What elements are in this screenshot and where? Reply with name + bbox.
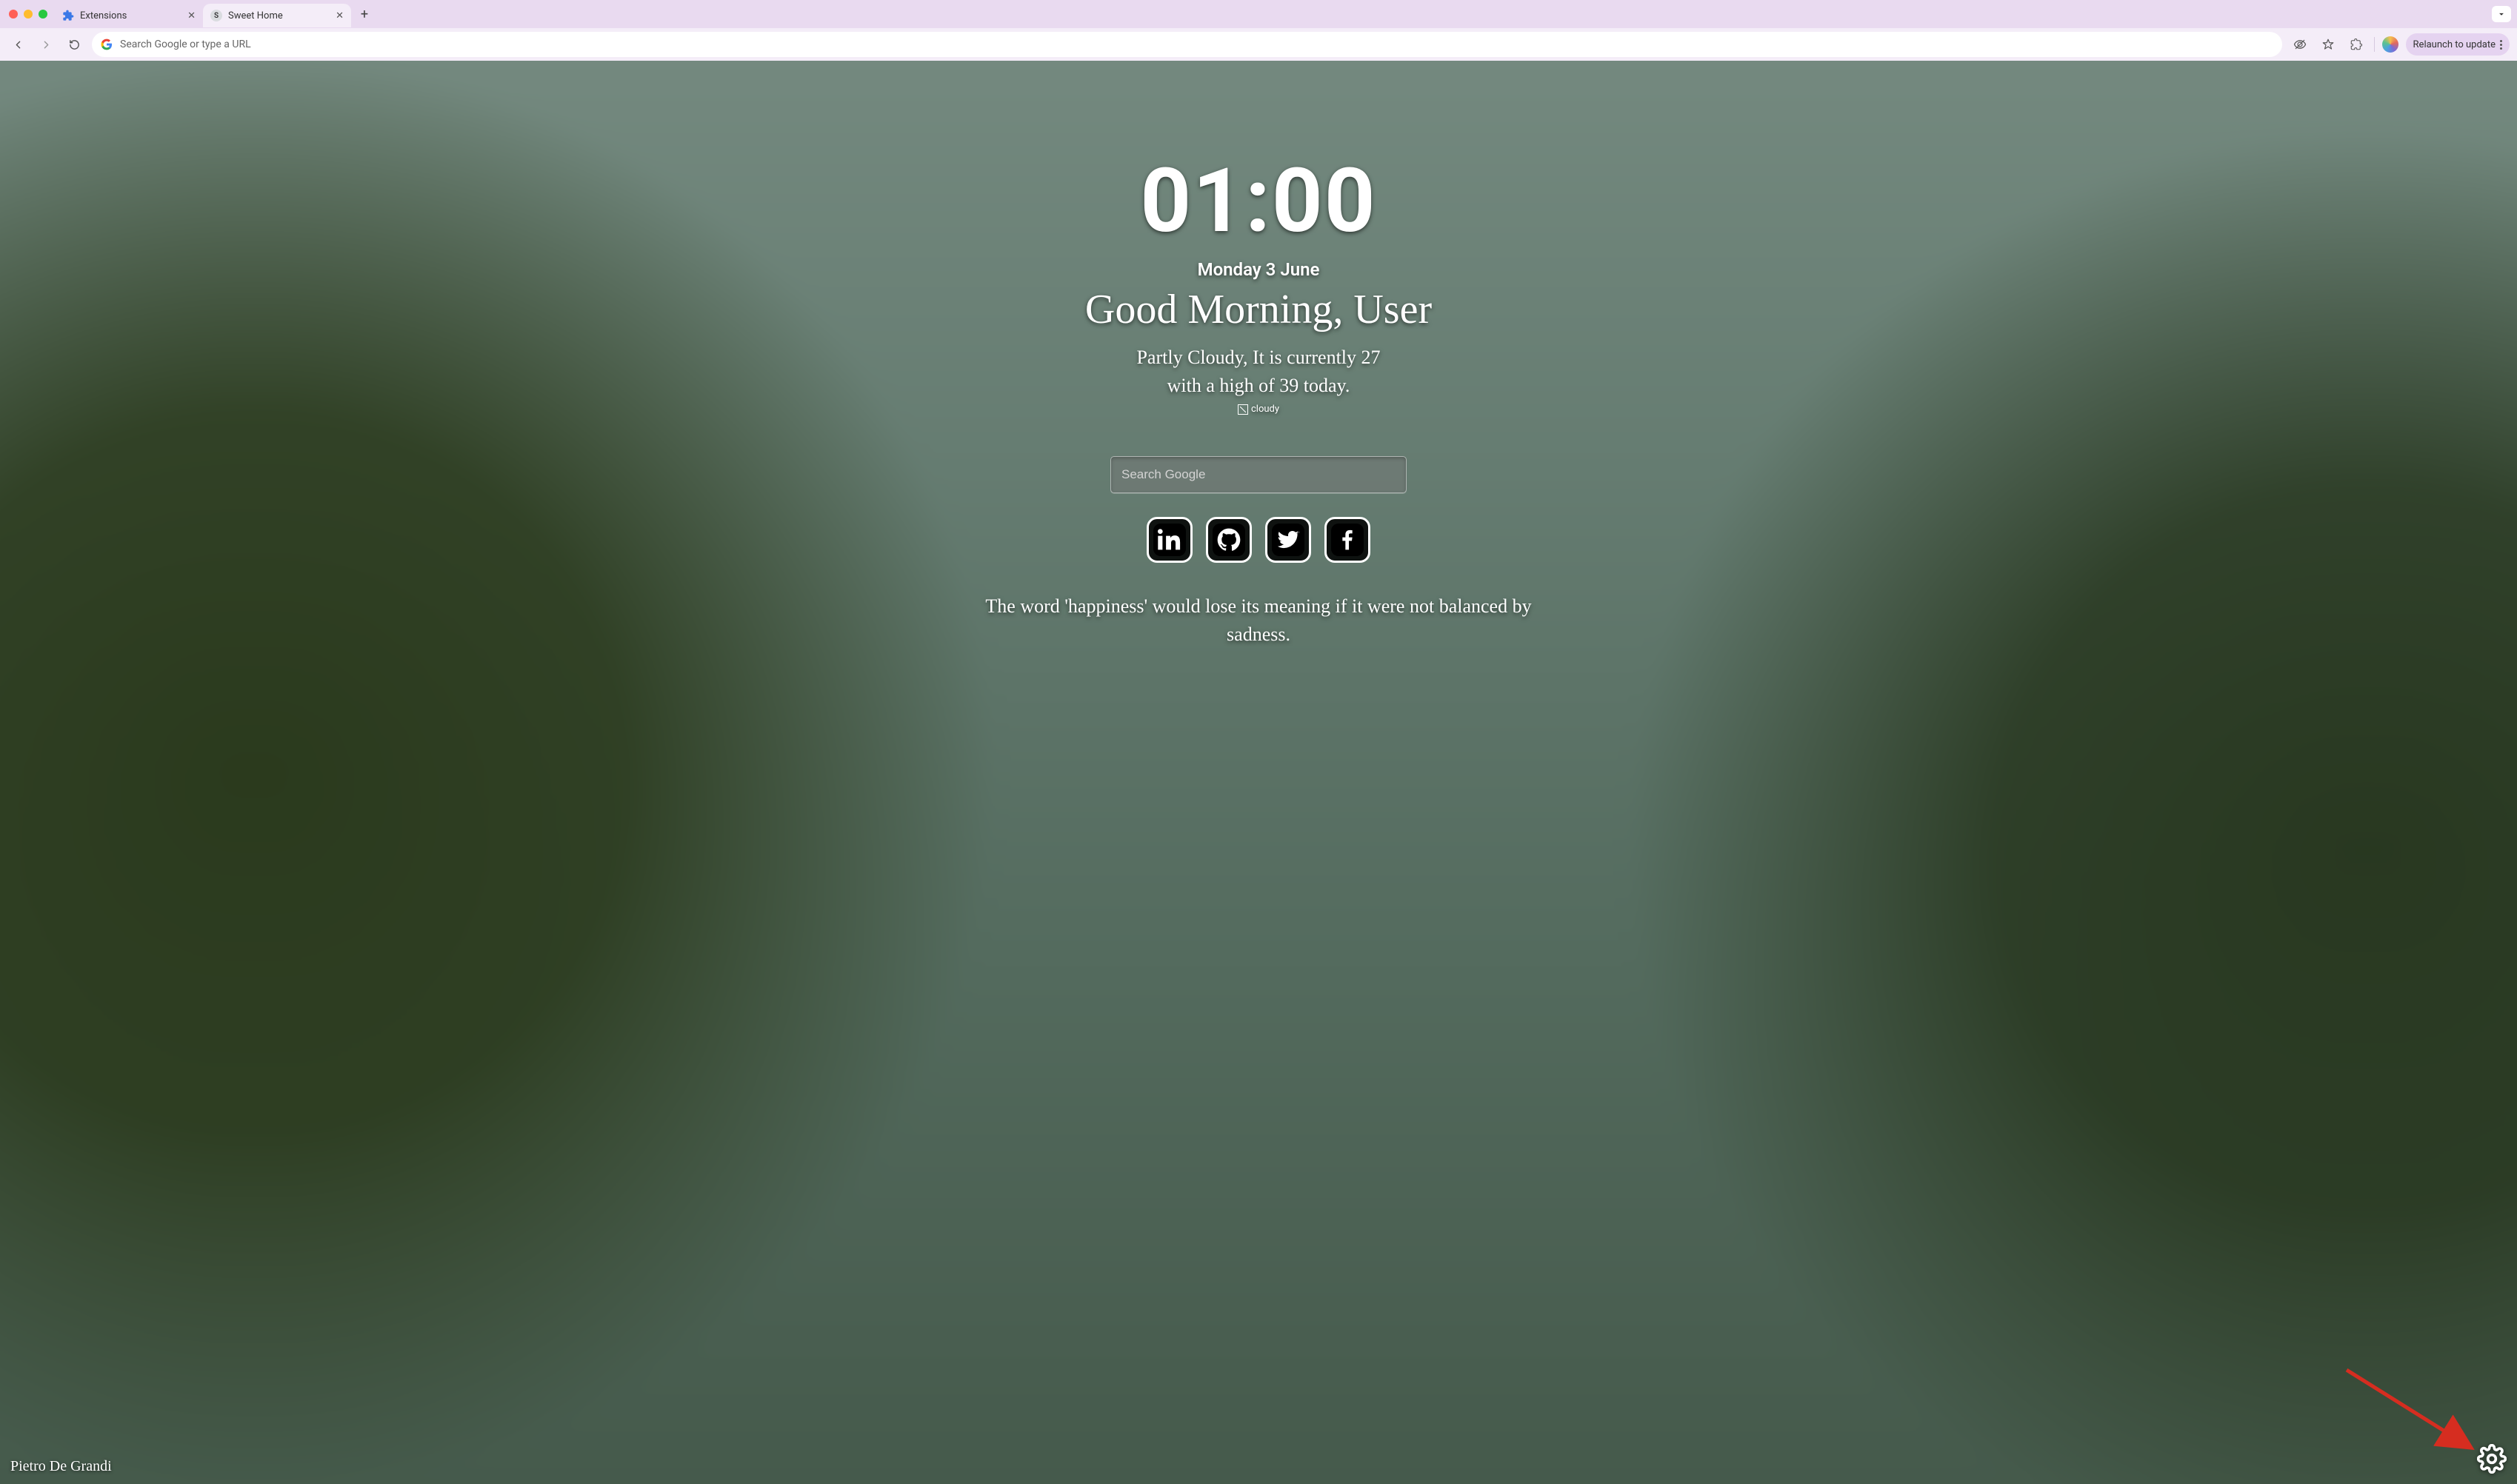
tabs-dropdown-button[interactable] xyxy=(2492,6,2511,22)
omnibox-placeholder: Search Google or type a URL xyxy=(120,39,251,50)
github-link[interactable] xyxy=(1206,517,1252,563)
quote-text: The word 'happiness' would lose its mean… xyxy=(977,592,1540,648)
tab-sweet-home[interactable]: S Sweet Home ✕ xyxy=(203,4,351,27)
twitter-link[interactable] xyxy=(1265,517,1311,563)
puzzle-icon xyxy=(62,10,74,21)
facebook-icon xyxy=(1336,528,1359,552)
page-content: 01:00 Monday 3 June Good Morning, User P… xyxy=(0,61,2517,1484)
back-button[interactable] xyxy=(7,34,28,55)
greeting: Good Morning, User xyxy=(1085,286,1432,333)
window-controls xyxy=(6,10,55,19)
annotation-arrow xyxy=(2339,1363,2487,1462)
weather-line2: with a high of 39 today. xyxy=(1136,372,1380,400)
broken-image-icon xyxy=(1238,404,1248,415)
github-icon xyxy=(1217,528,1241,552)
google-icon xyxy=(101,39,113,50)
relaunch-label: Relaunch to update xyxy=(2413,39,2496,50)
tab-extensions[interactable]: Extensions ✕ xyxy=(55,4,203,27)
window-maximize-button[interactable] xyxy=(39,10,47,19)
browser-toolbar: Search Google or type a URL Relaunch to … xyxy=(0,28,2517,61)
tab-strip: Extensions ✕ S Sweet Home ✕ + xyxy=(0,0,2517,28)
linkedin-link[interactable] xyxy=(1147,517,1193,563)
window-close-button[interactable] xyxy=(9,10,18,19)
search-input[interactable] xyxy=(1121,467,1396,482)
weather-text: Partly Cloudy, It is currently 27 with a… xyxy=(1136,344,1380,399)
facebook-link[interactable] xyxy=(1324,517,1370,563)
reload-button[interactable] xyxy=(64,34,84,55)
social-links-row xyxy=(1147,517,1370,563)
extensions-icon[interactable] xyxy=(2346,34,2367,55)
photo-credit: Pietro De Grandi xyxy=(10,1458,112,1475)
weather-icon-broken: cloudy xyxy=(1238,404,1279,415)
tab-close-button[interactable]: ✕ xyxy=(336,10,344,21)
window-minimize-button[interactable] xyxy=(24,10,33,19)
twitter-icon xyxy=(1276,528,1300,552)
settings-button[interactable] xyxy=(2477,1444,2507,1477)
tab-title: Sweet Home xyxy=(228,10,283,21)
date: Monday 3 June xyxy=(1198,259,1320,280)
incognito-unavailable-icon[interactable] xyxy=(2290,34,2310,55)
relaunch-button[interactable]: Relaunch to update xyxy=(2406,33,2510,56)
clock: 01:00 xyxy=(1140,157,1376,246)
new-tab-button[interactable]: + xyxy=(354,4,375,24)
gear-icon xyxy=(2477,1444,2507,1474)
weather-line1: Partly Cloudy, It is currently 27 xyxy=(1136,344,1380,372)
tab-close-button[interactable]: ✕ xyxy=(187,10,196,21)
favicon-letter-icon: S xyxy=(210,10,222,21)
weather-icon-alt: cloudy xyxy=(1251,404,1279,415)
bookmark-icon[interactable] xyxy=(2318,34,2338,55)
profile-avatar[interactable] xyxy=(2382,36,2398,53)
menu-dots-icon xyxy=(2500,40,2502,50)
tab-title: Extensions xyxy=(80,10,127,21)
omnibox[interactable]: Search Google or type a URL xyxy=(92,32,2282,57)
search-box[interactable] xyxy=(1110,456,1407,493)
forward-button[interactable] xyxy=(36,34,56,55)
linkedin-icon xyxy=(1158,528,1181,552)
toolbar-divider xyxy=(2374,37,2375,52)
